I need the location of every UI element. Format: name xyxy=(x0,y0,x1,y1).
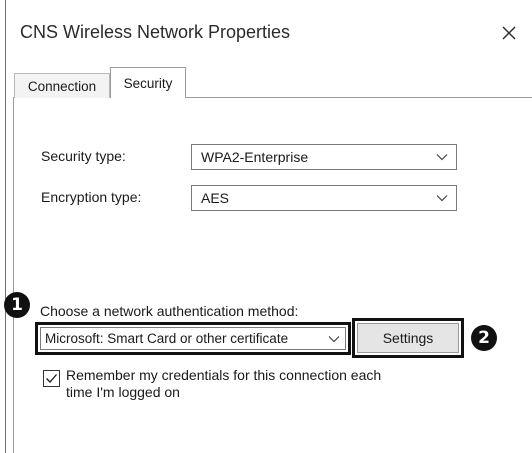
remember-credentials-label: Remember my credentials for this connect… xyxy=(66,367,466,401)
close-icon[interactable] xyxy=(494,18,524,48)
auth-method-label: Choose a network authentication method: xyxy=(40,303,299,319)
chevron-down-icon xyxy=(436,154,448,161)
callout-badge-1: 1 xyxy=(4,292,30,318)
chevron-down-icon xyxy=(328,335,340,342)
auth-method-value: Microsoft: Smart Card or other certifica… xyxy=(45,331,289,346)
remember-line-1: Remember my credentials for this connect… xyxy=(66,367,382,383)
settings-button[interactable]: Settings xyxy=(357,323,459,353)
remember-line-2: time I'm logged on xyxy=(66,384,180,400)
tab-security[interactable]: Security xyxy=(110,67,186,98)
security-type-value: WPA2-Enterprise xyxy=(201,149,309,165)
remember-credentials-checkbox[interactable] xyxy=(43,370,60,387)
callout-badge-2: 2 xyxy=(471,325,497,351)
security-type-dropdown[interactable]: WPA2-Enterprise xyxy=(191,144,457,170)
settings-button-highlight: Settings xyxy=(352,318,464,358)
encryption-type-dropdown[interactable]: AES xyxy=(191,185,457,211)
security-type-label: Security type: xyxy=(41,148,126,164)
auth-method-dropdown[interactable]: Microsoft: Smart Card or other certifica… xyxy=(40,327,346,350)
encryption-type-value: AES xyxy=(201,190,230,206)
auth-method-highlight: Microsoft: Smart Card or other certifica… xyxy=(35,322,351,355)
window-title: CNS Wireless Network Properties xyxy=(20,22,291,42)
tab-connection[interactable]: Connection xyxy=(14,73,110,98)
chevron-down-icon xyxy=(436,195,448,202)
checkmark-icon xyxy=(46,374,57,383)
encryption-type-label: Encryption type: xyxy=(41,189,142,205)
